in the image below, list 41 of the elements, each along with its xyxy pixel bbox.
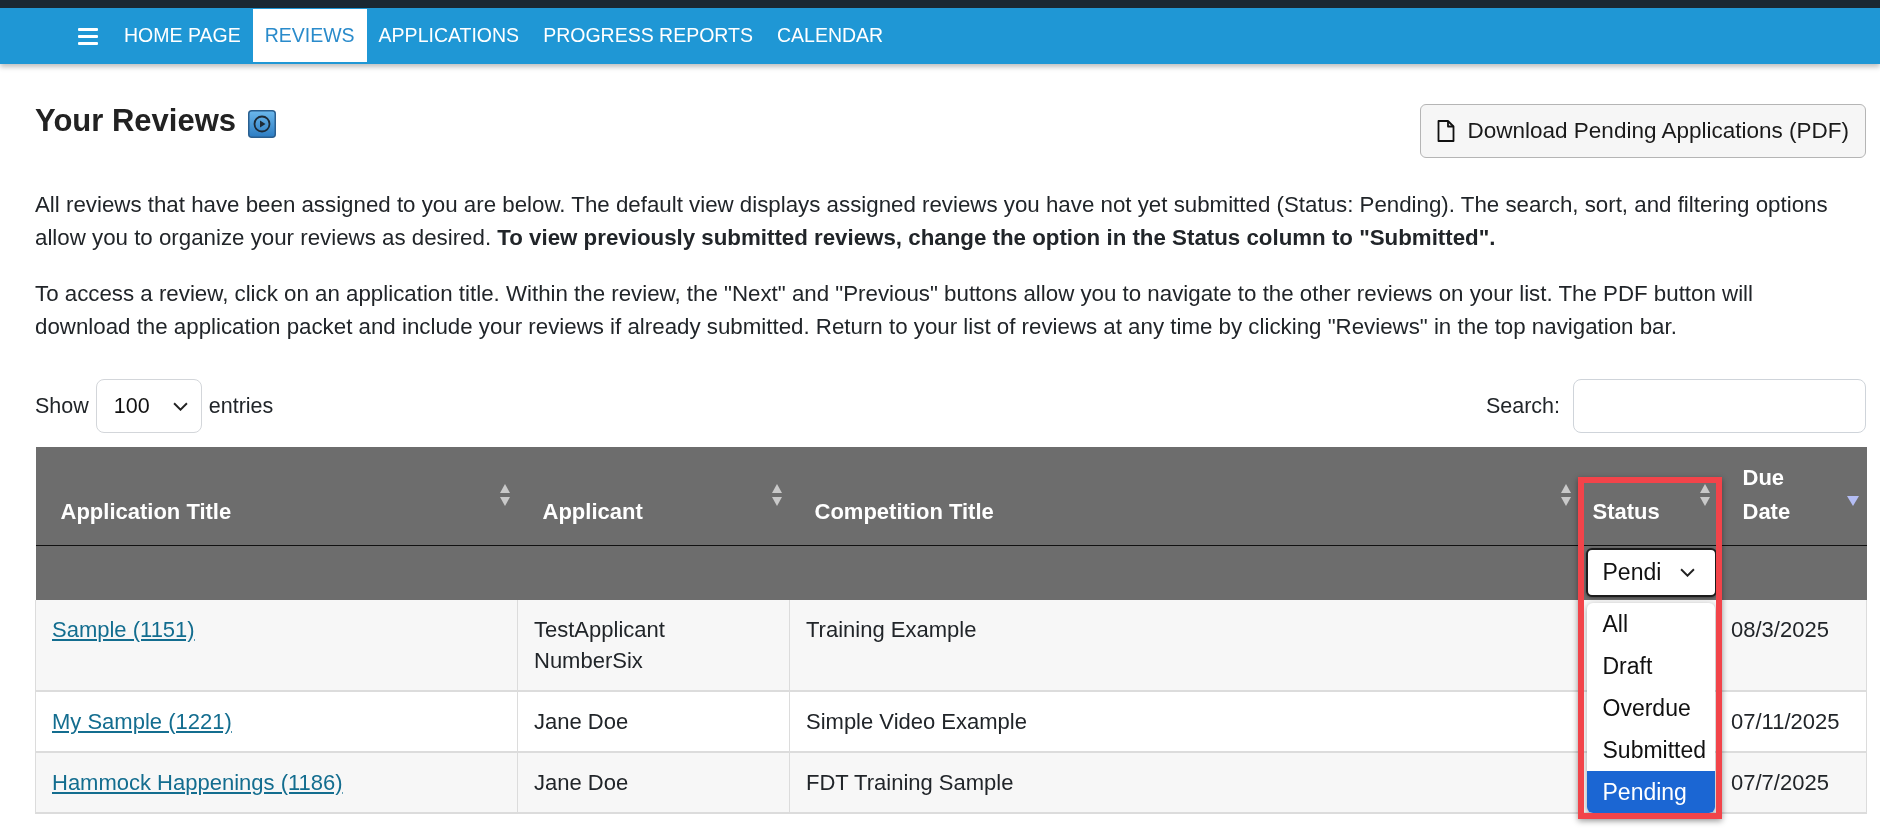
search-label: Search: [1485, 393, 1560, 419]
download-button[interactable]: Download Pending Applications (PDF) [1419, 104, 1866, 158]
application-title-link[interactable]: Sample (1151) [52, 616, 195, 642]
nav-item[interactable]: PROGRESS REPORTS [531, 9, 765, 62]
instruction-paragraph: All reviews that have been assigned to you are below. The default view displays assigned reviews you have not yet submitted (Status: Pending). The search, sort, and filtering options allow you to organize your reviews as desired. To view previously submitted reviews, change the option in the Status column to "Submitted". [35, 191, 1829, 252]
chevron-icon [1679, 568, 1695, 577]
dropdown-option[interactable]: Submitted [1586, 728, 1715, 771]
page-size-select[interactable]: 100 [95, 379, 202, 433]
application-title-link[interactable]: My Sample (1221) [52, 708, 232, 734]
table-cell: Simple Video Example [789, 690, 1579, 752]
nav-item[interactable]: HOME PAGE [112, 9, 253, 62]
table-cell: Jane Doe [517, 751, 790, 813]
nav-item[interactable]: REVIEWS [252, 9, 367, 62]
table-cell: 07/11/2025 [1717, 690, 1867, 752]
nav-item[interactable]: CALENDAR [765, 9, 896, 62]
dropdown-option[interactable]: All [1586, 602, 1715, 645]
nav-item[interactable]: APPLICATIONS [366, 9, 532, 62]
instruction-paragraph: To access a review, click on an application title. Within the review, the "Next" and "Previous" buttons allow you to navigate to the other reviews on your list. The PDF button will download the application packet and include your reviews if already submitted. Return to your list of reviews at any time by clicking "Reviews" in the top navigation bar. [35, 280, 1754, 341]
search-field[interactable] [1573, 379, 1866, 433]
table-cell: Training Example [789, 599, 1579, 691]
file-icon [1436, 120, 1455, 142]
chevron-icon [172, 401, 188, 411]
column-header[interactable]: Competition Title [789, 447, 1579, 545]
play-icon[interactable] [248, 110, 276, 138]
column-header[interactable]: Applicant [517, 447, 790, 545]
show-label: Show [35, 393, 89, 419]
dropdown-option[interactable]: Pending [1586, 770, 1715, 813]
entries-label: entries [208, 393, 274, 419]
status-filter-select[interactable]: Pendi [1585, 548, 1717, 597]
column-header[interactable]: Due Date [1717, 447, 1867, 545]
menu-icon[interactable] [78, 27, 98, 45]
dropdown-option[interactable]: Draft [1586, 644, 1715, 687]
column-header[interactable]: Application Title [35, 447, 518, 545]
table-cell: Jane Doe [517, 690, 790, 752]
table-cell: 07/7/2025 [1717, 751, 1867, 813]
table-cell: TestApplicant NumberSix [517, 599, 790, 691]
page-title: Your Reviews [35, 104, 236, 138]
table-cell: FDT Training Sample [789, 751, 1579, 813]
dropdown-option[interactable]: Overdue [1586, 686, 1715, 729]
table-cell: 08/3/2025 [1717, 599, 1867, 691]
column-header[interactable]: Status [1578, 447, 1718, 545]
